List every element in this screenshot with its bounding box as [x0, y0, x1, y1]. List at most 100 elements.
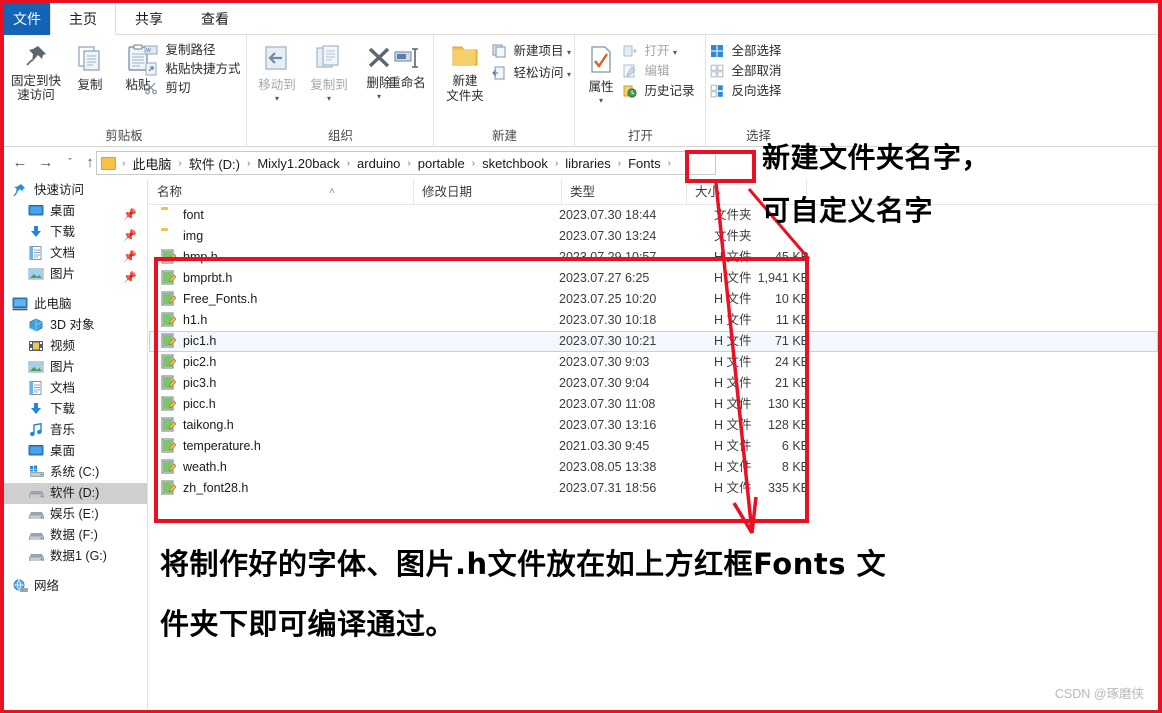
copy-button[interactable]: 复制 [66, 43, 114, 92]
breadcrumb-item-arduino[interactable]: arduino [354, 156, 403, 171]
watermark: CSDN @琢磨侠 [1054, 687, 1144, 701]
h-file-icon [161, 417, 177, 432]
navigation-pane[interactable]: 快速访问 桌面 📌 下载 📌 文档 📌 图片 📌 此电脑 3D 对象 视频 图片… [4, 180, 148, 709]
easy-access-caret-icon[interactable]: ▾ [567, 70, 571, 79]
column-name[interactable]: 名称 ˄ [149, 180, 414, 205]
edit-label: 编辑 [644, 64, 670, 78]
file-name: pic3.h [183, 376, 217, 390]
file-name-cell: pic2.h [161, 352, 216, 373]
table-row[interactable]: bmprbt.h 2023.07.27 6:25 H 文件 1,941 KB [149, 268, 1158, 289]
sidebar-label: 系统 (C:) [50, 465, 100, 479]
table-row[interactable]: bmp.h 2023.07.29 10:57 H 文件 45 KB [149, 247, 1158, 268]
file-date: 2023.07.29 10:57 [559, 250, 657, 264]
h-file-icon [161, 459, 177, 474]
column-type[interactable]: 类型 [562, 180, 687, 205]
table-row[interactable]: font 2023.07.30 18:44 文件夹 [149, 205, 1158, 226]
easy-access-button[interactable]: 轻松访问 ▾ [492, 65, 571, 84]
new-item-caret-icon[interactable]: ▾ [567, 48, 571, 57]
breadcrumb-sep: › [122, 157, 126, 169]
table-row[interactable]: taikong.h 2023.07.30 13:16 H 文件 128 KB [149, 415, 1158, 436]
table-row[interactable]: pic3.h 2023.07.30 9:04 H 文件 21 KB [149, 373, 1158, 394]
tab-view[interactable]: 查看 [182, 3, 248, 35]
forward-button[interactable]: → [36, 153, 56, 173]
copy-path-label: 复制路径 [165, 43, 216, 57]
sidebar-item-pictures-pc[interactable]: 图片 [4, 357, 147, 378]
breadcrumb-item-this-pc[interactable]: 此电脑 [129, 154, 174, 173]
annotation-bottom-line1: 将制作好的字体、图片.h文件放在如上方红框Fonts 文 [160, 547, 887, 581]
sidebar-item-quick-access[interactable]: 快速访问 [4, 180, 147, 201]
ribbon-group-organize: 移动到 ▾ 复制到 ▾ 删除 ▾ 重命名 组织 [247, 35, 434, 147]
copy-path-button[interactable]: W 复制路径 [144, 42, 216, 61]
invert-selection-button[interactable]: 反向选择 [710, 83, 782, 102]
back-button[interactable]: ← [10, 153, 30, 173]
ribbon-group-label-open: 打开 [627, 129, 653, 143]
cut-button[interactable]: 剪切 [144, 80, 191, 99]
breadcrumb-item-portable[interactable]: portable [415, 156, 468, 171]
table-row[interactable]: h1.h 2023.07.30 10:18 H 文件 11 KB [149, 310, 1158, 331]
pin-icon[interactable]: 📌 [123, 268, 137, 289]
table-row[interactable]: zh_font28.h 2023.07.31 18:56 H 文件 335 KB [149, 478, 1158, 499]
paste-shortcut-button[interactable]: 粘贴快捷方式 [144, 61, 241, 80]
address-bar[interactable]: › 此电脑 › 软件 (D:) › Mixly1.20back › arduin… [96, 151, 716, 175]
file-name: pic1.h [183, 334, 217, 348]
sidebar-item-drive-g[interactable]: 数据1 (G:) [4, 546, 147, 567]
drive-icon [28, 528, 45, 543]
sidebar-item-3d-objects[interactable]: 3D 对象 [4, 315, 147, 336]
sidebar-item-this-pc[interactable]: 此电脑 [4, 294, 147, 315]
sidebar-item-music[interactable]: 音乐 [4, 420, 147, 441]
properties-button[interactable]: 属性 ▾ [579, 45, 623, 108]
sidebar-label: 桌面 [50, 444, 76, 458]
breadcrumb-item-mixly[interactable]: Mixly1.20back [254, 156, 342, 171]
sidebar-item-documents[interactable]: 文档 📌 [4, 243, 147, 264]
open-caret-icon[interactable]: ▾ [673, 48, 677, 57]
history-button[interactable]: 历史记录 [623, 83, 695, 102]
move-to-button[interactable]: 移动到 ▾ [251, 45, 303, 106]
sidebar-item-documents-pc[interactable]: 文档 [4, 378, 147, 399]
file-name: font [183, 208, 204, 222]
table-row[interactable]: Free_Fonts.h 2023.07.25 10:20 H 文件 10 KB [149, 289, 1158, 310]
select-all-button[interactable]: 全部选择 [710, 43, 782, 62]
table-row[interactable]: pic2.h 2023.07.30 9:03 H 文件 24 KB [149, 352, 1158, 373]
tab-home[interactable]: 主页 [50, 3, 116, 35]
breadcrumb-sep: › [346, 157, 351, 169]
history-label: 历史记录 [644, 84, 695, 98]
breadcrumb-item-sketchbook[interactable]: sketchbook [479, 156, 551, 171]
sidebar-item-network[interactable]: 网络 [4, 576, 147, 597]
sidebar-item-videos[interactable]: 视频 [4, 336, 147, 357]
rename-button[interactable]: 重命名 [381, 45, 433, 90]
svg-text:W: W [146, 48, 151, 54]
sidebar-item-drive-e[interactable]: 娱乐 (E:) [4, 504, 147, 525]
table-row[interactable]: picc.h 2023.07.30 11:08 H 文件 130 KB [149, 394, 1158, 415]
new-folder-button[interactable]: 新建 文件夹 [436, 43, 494, 104]
select-none-button[interactable]: 全部取消 [710, 63, 782, 82]
pictures-icon [28, 360, 45, 375]
new-item-button[interactable]: 新建项目 ▾ [492, 43, 571, 62]
cut-icon [144, 81, 158, 99]
file-name-cell: img [161, 226, 203, 247]
table-row[interactable]: pic1.h 2023.07.30 10:21 H 文件 71 KB [149, 331, 1158, 352]
sidebar-item-desktop[interactable]: 桌面 📌 [4, 201, 147, 222]
column-date-modified[interactable]: 修改日期 [414, 180, 562, 205]
edit-button[interactable]: 编辑 [623, 63, 670, 82]
sidebar-item-downloads[interactable]: 下载 📌 [4, 222, 147, 243]
table-row[interactable]: temperature.h 2021.03.30 9:45 H 文件 6 KB [149, 436, 1158, 457]
copy-to-button[interactable]: 复制到 ▾ [303, 45, 355, 106]
sidebar-item-desktop-pc[interactable]: 桌面 [4, 441, 147, 462]
breadcrumb-item-fonts[interactable]: Fonts [625, 156, 664, 171]
open-button[interactable]: 打开 ▾ [623, 43, 677, 62]
sidebar-label: 文档 [50, 381, 76, 395]
new-folder-label-line1: 新建 [452, 74, 478, 88]
breadcrumb-item-libraries[interactable]: libraries [562, 156, 614, 171]
sidebar-item-drive-d[interactable]: 软件 (D:) [4, 483, 147, 504]
sidebar-item-drive-c[interactable]: 系统 (C:) [4, 462, 147, 483]
table-row[interactable]: weath.h 2023.08.05 13:38 H 文件 8 KB [149, 457, 1158, 478]
sidebar-item-downloads-pc[interactable]: 下载 [4, 399, 147, 420]
recent-locations-button[interactable]: ˇ [60, 153, 80, 173]
sidebar-item-pictures[interactable]: 图片 📌 [4, 264, 147, 285]
sidebar-item-drive-f[interactable]: 数据 (F:) [4, 525, 147, 546]
breadcrumb-item-drive-d[interactable]: 软件 (D:) [186, 154, 243, 173]
tab-file[interactable]: 文件 [4, 3, 50, 35]
tab-share[interactable]: 共享 [116, 3, 182, 35]
table-row[interactable]: img 2023.07.30 13:24 文件夹 [149, 226, 1158, 247]
pin-to-quick-access-button[interactable]: 固定到快 速访问 [6, 43, 66, 102]
